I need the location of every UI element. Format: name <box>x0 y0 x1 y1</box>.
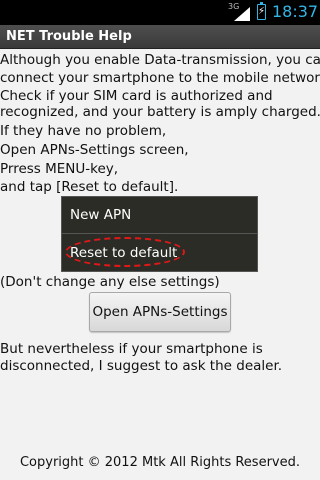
closing-text-line: But nevertheless if your smartphone is <box>0 341 263 357</box>
battery-icon: ⚡ <box>257 2 266 20</box>
status-clock: 18:37 <box>272 2 319 21</box>
copyright-footer: Copyright © 2012 Mtk All Rights Reserved… <box>19 455 300 470</box>
menu-item-new-apn: New APN <box>70 207 132 223</box>
status-bar: 3G ⚡ 18:37 <box>0 0 320 25</box>
help-text-line: Open APNs-Settings screen, <box>0 142 189 158</box>
menu-screenshot: New APN Reset to default <box>61 196 258 272</box>
settings-note: (Don't change any else settings) <box>0 274 220 290</box>
help-text-line: Prress MENU-key, <box>0 161 119 177</box>
app-title: NET Trouble Help <box>6 29 132 44</box>
menu-divider <box>62 233 257 234</box>
help-text-line: If they have no problem, <box>0 123 167 139</box>
title-bar: NET Trouble Help <box>0 25 320 49</box>
help-text-line: and tap [Reset to default]. <box>0 179 179 195</box>
signal-icon: 3G <box>228 3 250 21</box>
open-apn-settings-button[interactable]: Open APNs-Settings <box>89 292 231 332</box>
help-text-line: connect your smartphone to the mobile ne… <box>0 70 320 86</box>
help-text-line: recognized, and your battery is amply ch… <box>0 104 320 120</box>
highlight-ellipse <box>65 237 185 267</box>
closing-text-line: disconnected, I suggest to ask the deale… <box>0 358 283 374</box>
help-text-line: Although you enable Data-transmission, y… <box>0 52 320 68</box>
charging-bolt-icon: ⚡ <box>258 6 266 17</box>
signal-bars-icon <box>234 7 250 21</box>
